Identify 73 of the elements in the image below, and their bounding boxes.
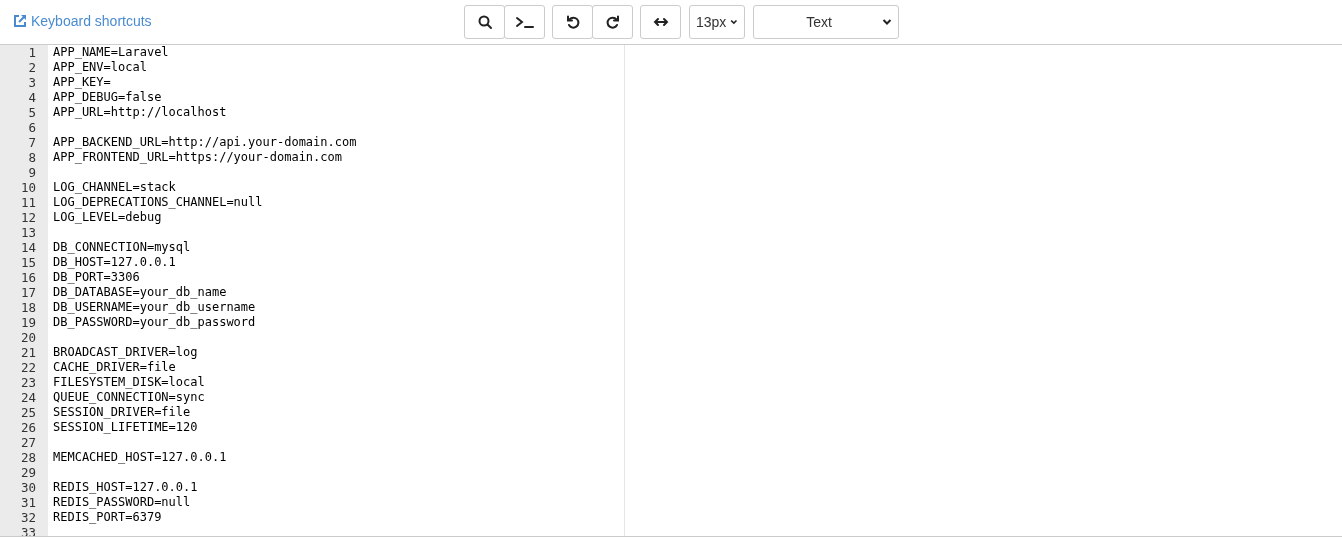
search-button[interactable] (464, 5, 505, 39)
line-number: 26 (19, 420, 37, 435)
code-line: DB_PORT=3306 (52, 270, 141, 285)
mode-select[interactable]: Text (753, 5, 899, 39)
code-line: FILESYSTEM_DISK=local (52, 375, 206, 390)
code-line: REDIS_HOST=127.0.0.1 (52, 480, 199, 495)
code-line: DB_DATABASE=your_db_name (52, 285, 228, 300)
line-number: 18 (19, 300, 37, 315)
code-line: APP_NAME=Laravel (52, 45, 170, 60)
line-number: 16 (19, 270, 37, 285)
line-number: 8 (27, 150, 37, 165)
undo-button[interactable] (552, 5, 593, 39)
code-line: DB_PASSWORD=your_db_password (52, 315, 257, 330)
line-number: 20 (19, 330, 37, 345)
code-line: APP_BACKEND_URL=http://api.your-domain.com (52, 135, 358, 150)
line-number: 1 (27, 45, 37, 60)
line-number: 29 (19, 465, 37, 480)
undo-icon (564, 14, 581, 30)
keyboard-shortcuts-link[interactable]: Keyboard shortcuts (13, 13, 152, 29)
line-number: 30 (19, 480, 37, 495)
code-line: QUEUE_CONNECTION=sync (52, 390, 206, 405)
line-number: 7 (27, 135, 37, 150)
line-number: 17 (19, 285, 37, 300)
line-number: 2 (27, 60, 37, 75)
terminal-icon (514, 14, 535, 30)
line-number: 32 (19, 510, 37, 525)
code-line: CACHE_DRIVER=file (52, 360, 177, 375)
caret-icon (882, 18, 892, 26)
code-line: APP_URL=http://localhost (52, 105, 228, 120)
line-number: 25 (19, 405, 37, 420)
line-number: 31 (19, 495, 37, 510)
code-line: LOG_DEPRECATIONS_CHANNEL=null (52, 195, 264, 210)
code-line: APP_KEY= (52, 75, 112, 90)
line-number: 11 (19, 195, 37, 210)
line-number: 22 (19, 360, 37, 375)
line-number: 13 (19, 225, 37, 240)
line-number: 14 (19, 240, 37, 255)
code-line: APP_FRONTEND_URL=https://your-domain.com (52, 150, 343, 165)
code-line: MEMCACHED_HOST=127.0.0.1 (52, 450, 228, 465)
external-link-icon (13, 14, 27, 28)
code-line: DB_USERNAME=your_db_username (52, 300, 257, 315)
search-icon (476, 14, 493, 30)
code-line: LOG_CHANNEL=stack (52, 180, 177, 195)
line-number: 4 (27, 90, 37, 105)
line-number: 15 (19, 255, 37, 270)
code-line: LOG_LEVEL=debug (52, 210, 163, 225)
code-line: APP_DEBUG=false (52, 90, 163, 105)
code-line: DB_CONNECTION=mysql (52, 240, 192, 255)
terminal-button[interactable] (504, 5, 545, 39)
wrap-button[interactable] (640, 5, 681, 39)
code-line: SESSION_DRIVER=file (52, 405, 192, 420)
redo-button[interactable] (592, 5, 633, 39)
line-number: 27 (19, 435, 37, 450)
code-line: DB_HOST=127.0.0.1 (52, 255, 177, 270)
code-line: APP_ENV=local (52, 60, 148, 75)
code-line: BROADCAST_DRIVER=log (52, 345, 199, 360)
line-number: 5 (27, 105, 37, 120)
redo-icon (604, 14, 621, 30)
code-line: REDIS_PASSWORD=null (52, 495, 192, 510)
line-number: 23 (19, 375, 37, 390)
line-number: 12 (19, 210, 37, 225)
line-number: 21 (19, 345, 37, 360)
font-size-select[interactable]: 13px (689, 5, 745, 39)
line-number: 9 (27, 165, 37, 180)
line-number: 24 (19, 390, 37, 405)
code-line: SESSION_LIFETIME=120 (52, 420, 199, 435)
line-number: 6 (27, 120, 37, 135)
line-number: 28 (19, 450, 37, 465)
caret-icon (730, 18, 738, 26)
line-number: 19 (19, 315, 37, 330)
line-number: 3 (27, 75, 37, 90)
line-number: 10 (19, 180, 37, 195)
code-line: REDIS_PORT=6379 (52, 510, 163, 525)
